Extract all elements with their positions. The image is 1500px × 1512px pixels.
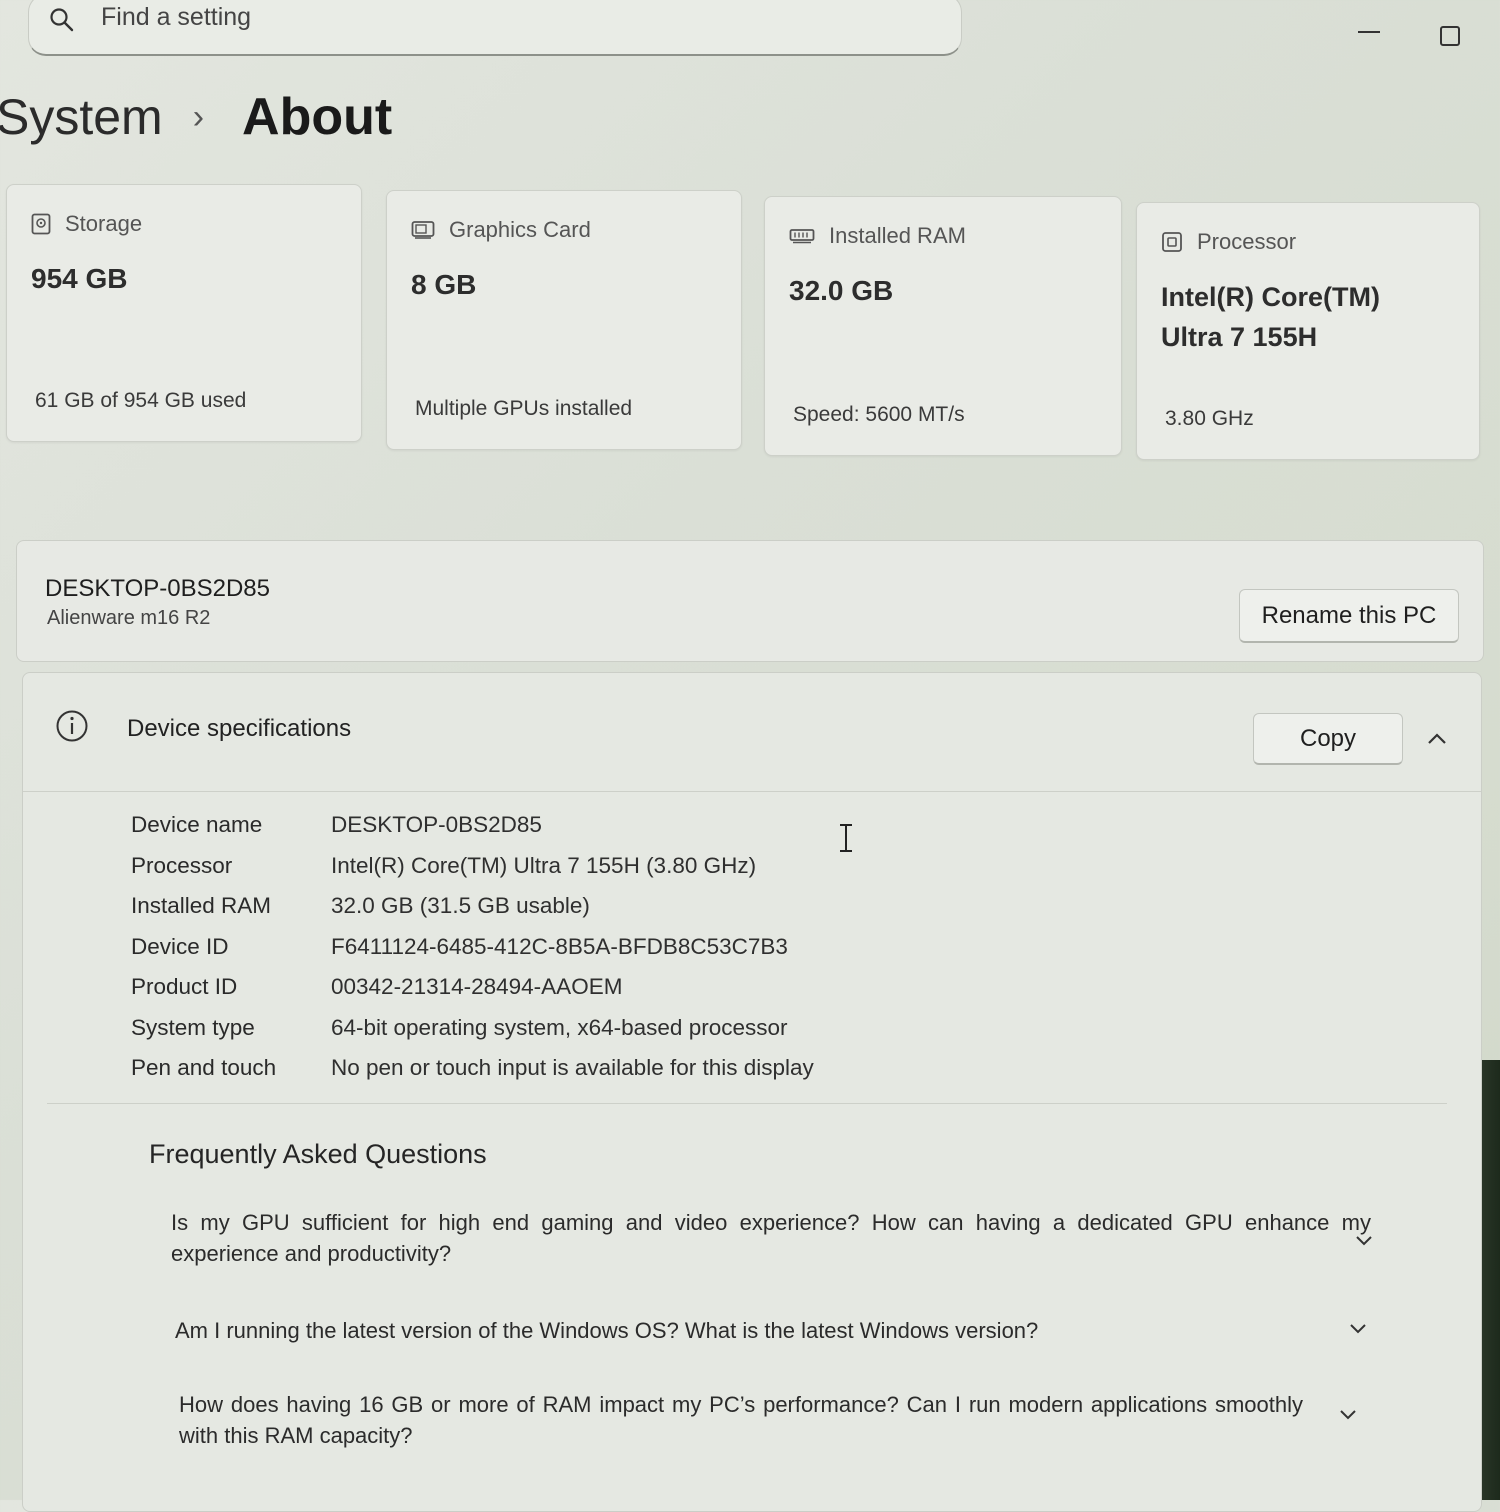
spec-value[interactable]: DESKTOP-0BS2D85 — [331, 812, 542, 838]
device-specifications-list: Device name DESKTOP-0BS2D85 Processor In… — [131, 805, 814, 1089]
spec-label: Installed RAM — [131, 893, 272, 919]
breadcrumb: System › About — [0, 82, 392, 152]
spec-value[interactable]: No pen or touch input is available for t… — [331, 1055, 814, 1081]
faq-title: Frequently Asked Questions — [149, 1139, 487, 1169]
device-specifications-header[interactable]: Device specifications Copy — [23, 673, 1481, 792]
processor-card-header: Processor — [1161, 229, 1296, 255]
minimize-button[interactable] — [1352, 16, 1388, 52]
pc-model: Alienware m16 R2 — [47, 607, 211, 629]
spec-label: Pen and touch — [131, 1055, 277, 1081]
graphics-card-subtitle: Multiple GPUs installed — [415, 397, 633, 420]
storage-card-value: 954 GB — [31, 263, 128, 294]
storage-icon — [31, 213, 51, 235]
ram-icon — [789, 229, 815, 244]
spec-value[interactable]: Intel(R) Core(TM) Ultra 7 155H (3.80 GHz… — [331, 853, 756, 879]
spec-value[interactable]: F6411124-6485-412C-8B5A-BFDB8C53C7B3 — [331, 934, 788, 960]
chevron-down-icon[interactable] — [1337, 1407, 1359, 1421]
spec-label: System type — [131, 1014, 255, 1040]
spec-row-processor: Processor Intel(R) Core(TM) Ultra 7 155H… — [131, 846, 814, 887]
graphics-card-value: 8 GB — [411, 269, 477, 300]
search-box[interactable]: Find a setting — [28, 0, 962, 56]
graphics-card-header: Graphics Card — [411, 217, 591, 243]
search-placeholder: Find a setting — [101, 3, 252, 31]
spec-row-installed-ram: Installed RAM 32.0 GB (31.5 GB usable) — [131, 886, 814, 927]
spec-row-device-id: Device ID F6411124-6485-412C-8B5A-BFDB8C… — [131, 927, 814, 968]
processor-card[interactable]: Processor Intel(R) Core(TM) Ultra 7 155H… — [1136, 202, 1480, 460]
chevron-up-icon[interactable] — [1421, 729, 1453, 749]
spec-label: Device ID — [131, 933, 229, 959]
pc-name-panel: DESKTOP-0BS2D85 Alienware m16 R2 Rename … — [16, 540, 1484, 662]
spec-label: Processor — [131, 852, 233, 878]
storage-card-header: Storage — [31, 211, 142, 237]
ram-card-header: Installed RAM — [789, 223, 966, 249]
processor-icon — [1162, 232, 1182, 252]
spec-label: Device name — [131, 812, 263, 838]
graphics-card-title: Graphics Card — [449, 217, 591, 242]
breadcrumb-system[interactable]: System — [0, 88, 163, 146]
rename-pc-button[interactable]: Rename this PC — [1239, 589, 1459, 643]
processor-card-title: Processor — [1197, 229, 1297, 254]
copy-button[interactable]: Copy — [1253, 713, 1403, 765]
ram-card-subtitle: Speed: 5600 MT/s — [793, 403, 965, 426]
faq-item-gpu[interactable]: Is my GPU sufficient for high end gaming… — [171, 1207, 1371, 1269]
chevron-down-icon[interactable] — [1347, 1321, 1369, 1335]
storage-card[interactable]: Storage 954 GB 61 GB of 954 GB used — [6, 184, 362, 442]
spec-row-device-name: Device name DESKTOP-0BS2D85 — [131, 805, 814, 846]
spec-row-system-type: System type 64-bit operating system, x64… — [131, 1008, 814, 1049]
chevron-down-icon[interactable] — [1353, 1233, 1375, 1247]
ram-card-title: Installed RAM — [829, 223, 966, 248]
faq-item-ram[interactable]: How does having 16 GB or more of RAM imp… — [179, 1389, 1303, 1451]
maximize-button[interactable] — [1432, 16, 1468, 52]
storage-card-title: Storage — [65, 211, 143, 236]
faq-divider — [47, 1103, 1447, 1104]
processor-card-value-line2: Ultra 7 155H — [1161, 322, 1318, 352]
spec-value[interactable]: 32.0 GB (31.5 GB usable) — [331, 893, 590, 919]
spec-row-product-id: Product ID 00342-21314-28494-AAOEM — [131, 967, 814, 1008]
spec-label: Product ID — [131, 974, 238, 1000]
text-cursor-icon — [840, 824, 852, 852]
graphics-card-icon — [411, 221, 435, 239]
spec-value[interactable]: 00342-21314-28494-AAOEM — [331, 974, 622, 1000]
processor-card-subtitle: 3.80 GHz — [1165, 407, 1254, 430]
storage-card-subtitle: 61 GB of 954 GB used — [35, 389, 247, 412]
ram-card-value: 32.0 GB — [789, 275, 894, 306]
title-bar: Find a setting — [0, 0, 1500, 70]
faq-item-windows-version[interactable]: Am I running the latest version of the W… — [175, 1315, 1375, 1346]
spec-value[interactable]: 64-bit operating system, x64-based proce… — [331, 1015, 787, 1041]
device-specifications-panel: Device specifications Copy Device name D… — [22, 672, 1482, 1512]
pc-name: DESKTOP-0BS2D85 — [45, 575, 270, 602]
breadcrumb-separator: › — [192, 97, 205, 136]
info-icon — [56, 710, 88, 742]
processor-card-value-line1: Intel(R) Core(TM) — [1161, 282, 1380, 312]
ram-card[interactable]: Installed RAM 32.0 GB Speed: 5600 MT/s — [764, 196, 1122, 456]
processor-card-value: Intel(R) Core(TM) Ultra 7 155H — [1161, 277, 1380, 357]
spec-row-pen-and-touch: Pen and touch No pen or touch input is a… — [131, 1048, 814, 1089]
graphics-card-card[interactable]: Graphics Card 8 GB Multiple GPUs install… — [386, 190, 742, 450]
page-title: About — [242, 88, 393, 146]
device-specifications-title: Device specifications — [127, 715, 352, 742]
search-icon — [50, 8, 74, 32]
